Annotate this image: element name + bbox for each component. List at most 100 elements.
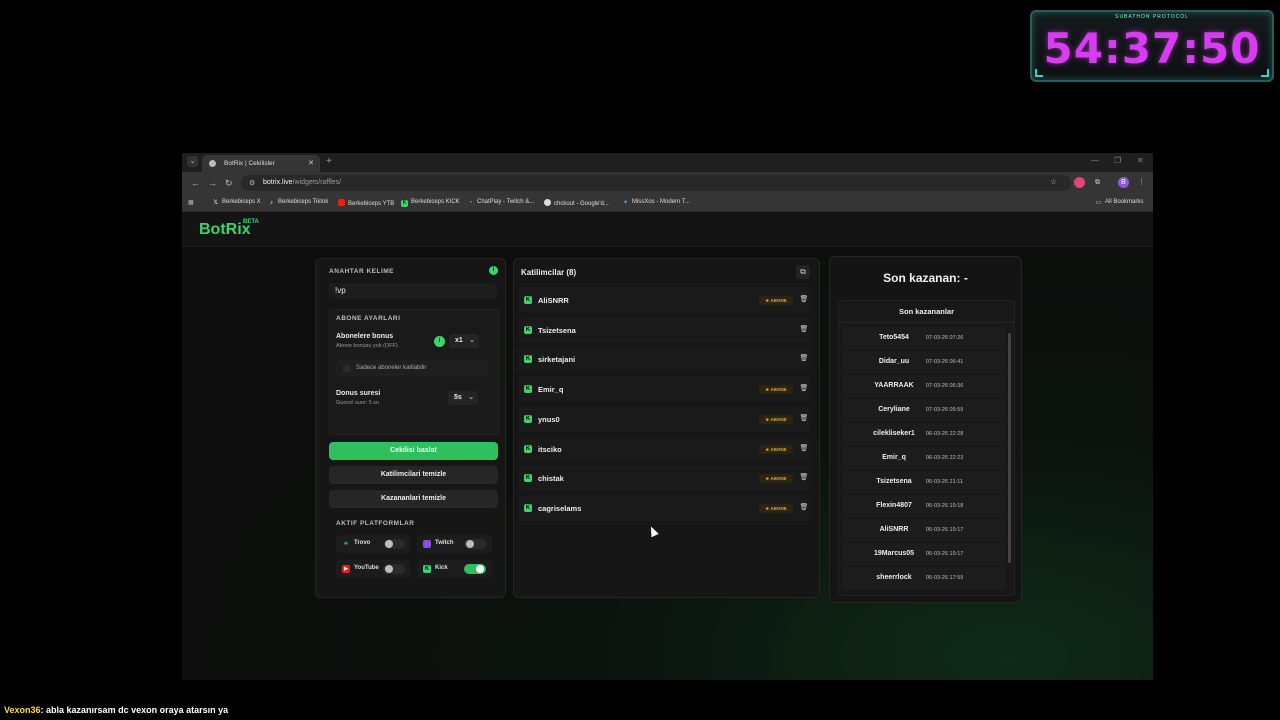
extensions-puzzle-icon[interactable]: ⧉ <box>1092 177 1103 188</box>
bookmark-item[interactable]: chckout - Google'd... <box>544 199 609 207</box>
corner-decoration <box>1035 69 1043 77</box>
copy-icon[interactable]: ⧉ <box>796 265 810 279</box>
clear-winners-button[interactable]: Kazananlari temizle <box>329 490 498 508</box>
winner-date: 07-03-26 07:26 <box>926 335 964 341</box>
bookmark-item[interactable]: ✦ MissXos - Modern T... <box>622 199 690 207</box>
winner-date: 05-03-26 19:17 <box>926 527 964 533</box>
bookmarks-bar: ▦ 𝕏 Berkebiceps X ♪ Berkebiceps Tiktok Ber… <box>182 194 1153 212</box>
minimize-icon[interactable]: — <box>1091 156 1099 165</box>
browser-window: ⌄ BotRix | Cekilisler ✕ + — ❐ ✕ ← → ↻ ⚙ … <box>182 153 1153 680</box>
winners-list-box: Son kazananlar Teto5454 07-03-26 07:26 Did… <box>838 300 1015 596</box>
winner-row: cilekliseker1 06-03-26 22:28 <box>842 423 1006 445</box>
platform-twitch: Twitch <box>417 535 492 553</box>
platform-kick: K Kick <box>417 560 492 578</box>
all-bookmarks[interactable]: ▭ All Bookmarks <box>1095 199 1144 207</box>
botrix-logo[interactable]: BotRix BETA <box>199 219 259 239</box>
site-header: BotRix BETA <box>182 212 1153 247</box>
participants-panel: Katilimcilar (8) ⧉ K AliSNRR ★ ABONE 🗑 K Tsiz… <box>513 258 820 598</box>
sub-only-checkbox-row[interactable]: Sadece aboneler katilabilir <box>336 360 488 377</box>
trovo-toggle[interactable] <box>383 539 405 549</box>
sub-bonus-select[interactable]: x1 ⌄ <box>449 334 479 348</box>
keyword-input[interactable]: !vp <box>329 283 497 299</box>
winner-date: 07-03-26 05:59 <box>926 407 964 413</box>
participant-name: itsciko <box>538 444 562 454</box>
tab-botrix[interactable]: BotRix | Cekilisler ✕ <box>202 155 320 172</box>
back-arrow-icon[interactable]: ← <box>191 178 200 188</box>
kick-icon: K <box>524 414 532 423</box>
participants-title: Katilimcilar (8) <box>521 268 577 277</box>
tab-search-chevron-icon[interactable]: ⌄ <box>187 156 198 167</box>
participant-row: K Emir_q ★ ABONE 🗑 <box>518 376 811 403</box>
profile-avatar[interactable]: B <box>1118 177 1129 188</box>
kick-toggle[interactable] <box>464 564 486 574</box>
tiktok-icon: ♪ <box>270 200 273 206</box>
url-path: /widgets/raffles/ <box>292 179 342 186</box>
kick-icon: K <box>423 565 431 573</box>
tab-bar: ⌄ BotRix | Cekilisler ✕ + — ❐ ✕ <box>182 153 1153 172</box>
close-window-icon[interactable]: ✕ <box>1137 156 1144 165</box>
kick-icon: K <box>524 355 532 364</box>
delete-trash-icon[interactable]: 🗑 <box>799 325 809 335</box>
delete-trash-icon[interactable]: 🗑 <box>799 473 809 483</box>
subscriber-badge: ★ ABONE <box>759 414 793 424</box>
kick-icon: K <box>524 385 532 394</box>
kick-icon: K <box>401 200 408 207</box>
start-raffle-button[interactable]: Cekilisi baslat <box>329 442 498 460</box>
tab-close-icon[interactable]: ✕ <box>308 159 314 167</box>
winner-row: Ceryliane 07-03-26 05:59 <box>842 399 1006 421</box>
sub-bonus-info-icon[interactable]: i <box>434 336 445 347</box>
duration-select[interactable]: 5s ⌄ <box>448 391 478 405</box>
sub-only-checkbox[interactable] <box>343 365 350 372</box>
participant-name: cagriselams <box>538 503 582 513</box>
info-icon[interactable]: i <box>489 266 498 275</box>
reload-icon[interactable]: ↻ <box>225 178 233 189</box>
site-info-icon[interactable]: ⚙ <box>249 179 255 187</box>
youtube-toggle[interactable] <box>383 564 405 574</box>
participant-row: Kitsciko ★ ABONE 🗑 <box>518 435 811 462</box>
delete-trash-icon[interactable]: 🗑 <box>799 295 809 305</box>
bookmark-item[interactable]: 𝕏 Berkebiceps X <box>212 199 261 207</box>
participant-row: Kchistak ★ ABONE 🗑 <box>518 465 811 492</box>
corner-decoration <box>1261 69 1269 77</box>
bookmark-item[interactable]: ◔ ChatPlay - Twitch &... <box>467 199 535 207</box>
chevron-down-icon: ⌄ <box>469 337 475 344</box>
twitch-toggle[interactable] <box>464 539 486 549</box>
winner-date: 05-03-26 19:17 <box>926 551 964 557</box>
bookmark-item[interactable]: K Berkebiceps KICK <box>401 199 460 207</box>
apps-grid-icon[interactable]: ▦ <box>188 199 194 206</box>
bookmark-item[interactable]: Berkebiceps YTB <box>338 199 394 207</box>
winner-row: Teto5454 07-03-26 07:26 <box>842 327 1006 349</box>
subscriber-badge: ★ ABONE <box>759 296 793 305</box>
bookmark-item[interactable]: ♪ Berkebiceps Tiktok <box>268 199 328 207</box>
menu-kebab-icon[interactable]: ⋮ <box>1136 177 1147 188</box>
kick-icon: K <box>524 474 532 483</box>
delete-trash-icon[interactable]: 🗑 <box>799 354 809 364</box>
youtube-icon: ▶ <box>342 565 350 573</box>
winner-date: 07-03-26 06:41 <box>926 359 964 365</box>
new-tab-plus-icon[interactable]: + <box>326 156 332 167</box>
delete-trash-icon[interactable]: 🗑 <box>799 384 809 394</box>
youtube-icon <box>338 199 345 206</box>
kick-icon: K <box>524 503 532 512</box>
clear-participants-button[interactable]: Katilimcilari temizle <box>329 466 498 484</box>
participant-name: sirketajani <box>538 355 576 365</box>
favicon-icon <box>209 160 216 167</box>
winners-scrollbar[interactable] <box>1008 333 1011 563</box>
winner-row: AliSNRR 05-03-26 19:17 <box>842 519 1006 541</box>
restore-icon[interactable]: ❐ <box>1114 156 1121 165</box>
participant-row: Kcagriselams ★ ABONE 🗑 <box>518 494 811 521</box>
delete-trash-icon[interactable]: 🗑 <box>799 414 809 424</box>
delete-trash-icon[interactable]: 🗑 <box>799 444 809 454</box>
participant-row: Ksirketajani 🗑 <box>518 346 811 373</box>
forward-arrow-icon[interactable]: → <box>208 178 217 188</box>
extension-icon[interactable] <box>1074 177 1085 188</box>
stream-timer: SUBATHON PROTOCOL 54:37:50 <box>1030 10 1274 82</box>
sub-bonus-sub: Abone bonusu yok (OFF) <box>336 343 398 349</box>
kick-icon: K <box>524 296 532 304</box>
subscriber-badge: ★ ABONE <box>759 444 793 454</box>
delete-trash-icon[interactable]: 🗑 <box>799 503 809 513</box>
google-icon <box>544 199 551 206</box>
bookmark-star-icon[interactable]: ☆ <box>1048 177 1059 188</box>
url-field[interactable]: ⚙ botrix.live/widgets/raffles/ <box>241 175 1071 191</box>
sub-bonus-title: Abonelere bonus <box>336 333 394 340</box>
